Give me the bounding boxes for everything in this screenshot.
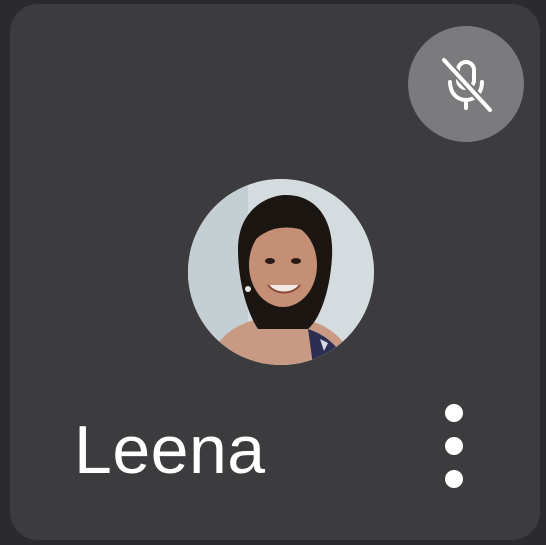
more-vert-icon-dot	[445, 470, 463, 488]
more-options-button[interactable]	[434, 404, 474, 488]
mic-off-indicator	[408, 26, 524, 142]
participant-name: Leena	[74, 412, 266, 488]
more-vert-icon-dot	[445, 437, 463, 455]
more-vert-icon	[445, 404, 463, 422]
participant-tile[interactable]: Leena	[10, 4, 540, 540]
participant-avatar	[188, 179, 374, 365]
mic-off-icon	[440, 56, 494, 114]
avatar-photo	[188, 179, 374, 365]
